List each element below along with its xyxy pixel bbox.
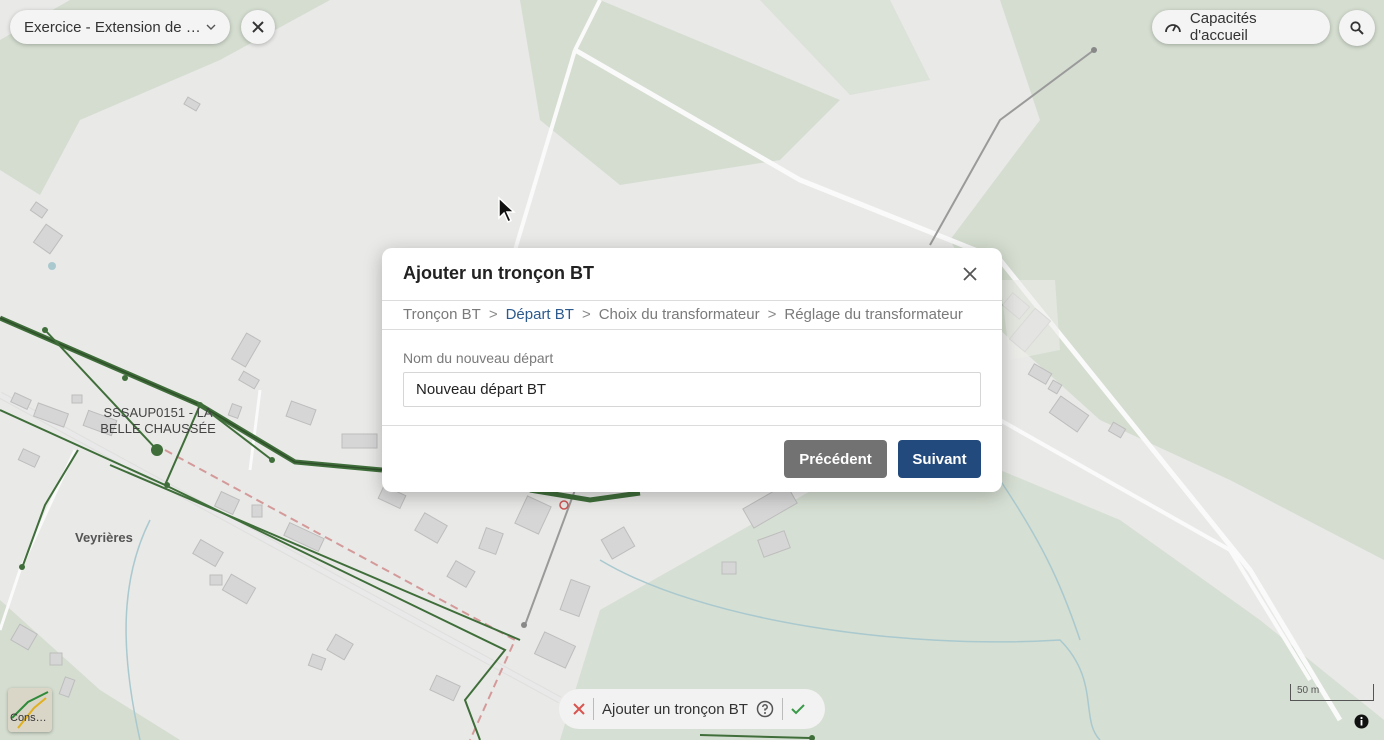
project-name: Exercice - Extension de ré… (24, 18, 202, 36)
project-select[interactable]: Exercice - Extension de ré… (10, 10, 230, 44)
mouse-cursor-icon (498, 196, 516, 224)
capacity-label: Capacités d'accueil (1189, 10, 1257, 44)
help-icon[interactable] (756, 700, 774, 718)
step-separator: > (767, 306, 777, 323)
dialog-title: Ajouter un tronçon BT (403, 263, 594, 283)
add-section-dialog: Ajouter un tronçon BT Tronçon BT > Dépar… (382, 248, 1002, 492)
layer-label: Cons… (10, 712, 47, 724)
active-tool-bar: Ajouter un tronçon BT (559, 689, 825, 729)
step-reglage-transformateur[interactable]: Réglage du transformateur (784, 306, 962, 323)
step-separator: > (488, 306, 498, 323)
close-project-button[interactable] (241, 10, 275, 44)
search-button[interactable] (1339, 10, 1375, 46)
place-label: Veyrières (75, 530, 133, 545)
divider (382, 329, 1002, 330)
departure-name-input[interactable] (403, 372, 981, 407)
next-button[interactable]: Suivant (898, 440, 981, 478)
departure-name-label: Nom du nouveau départ (403, 350, 554, 366)
close-icon (252, 21, 264, 33)
chevron-down-icon (206, 24, 216, 30)
layer-preview-icon (8, 688, 52, 732)
divider (382, 300, 1002, 301)
step-separator: > (581, 306, 591, 323)
divider (781, 698, 783, 720)
scale-label: 50 m (1297, 685, 1320, 696)
step-choix-transformateur[interactable]: Choix du transformateur (599, 306, 760, 323)
previous-button[interactable]: Précédent (784, 440, 887, 478)
gauge-icon (1165, 24, 1181, 33)
step-troncon-bt[interactable]: Tronçon BT (403, 306, 481, 323)
step-depart-bt[interactable]: Départ BT (506, 306, 574, 323)
info-icon[interactable] (1354, 714, 1369, 729)
stepper: Tronçon BT > Départ BT > Choix du transf… (403, 306, 963, 323)
divider (593, 698, 594, 720)
close-icon[interactable] (960, 264, 980, 284)
layer-switcher[interactable]: Cons… (8, 688, 52, 732)
active-tool-label: Ajouter un tronçon BT (602, 700, 748, 718)
confirm-icon[interactable] (791, 703, 805, 715)
search-icon (1350, 21, 1364, 35)
cancel-icon[interactable] (573, 703, 585, 715)
capacity-button[interactable]: Capacités d'accueil (1152, 10, 1330, 44)
divider (382, 425, 1002, 426)
substation-label: SSSAUP0151 - LA BELLE CHAUSSÉE (100, 405, 216, 436)
scale-bar: 50 m (1290, 684, 1374, 701)
